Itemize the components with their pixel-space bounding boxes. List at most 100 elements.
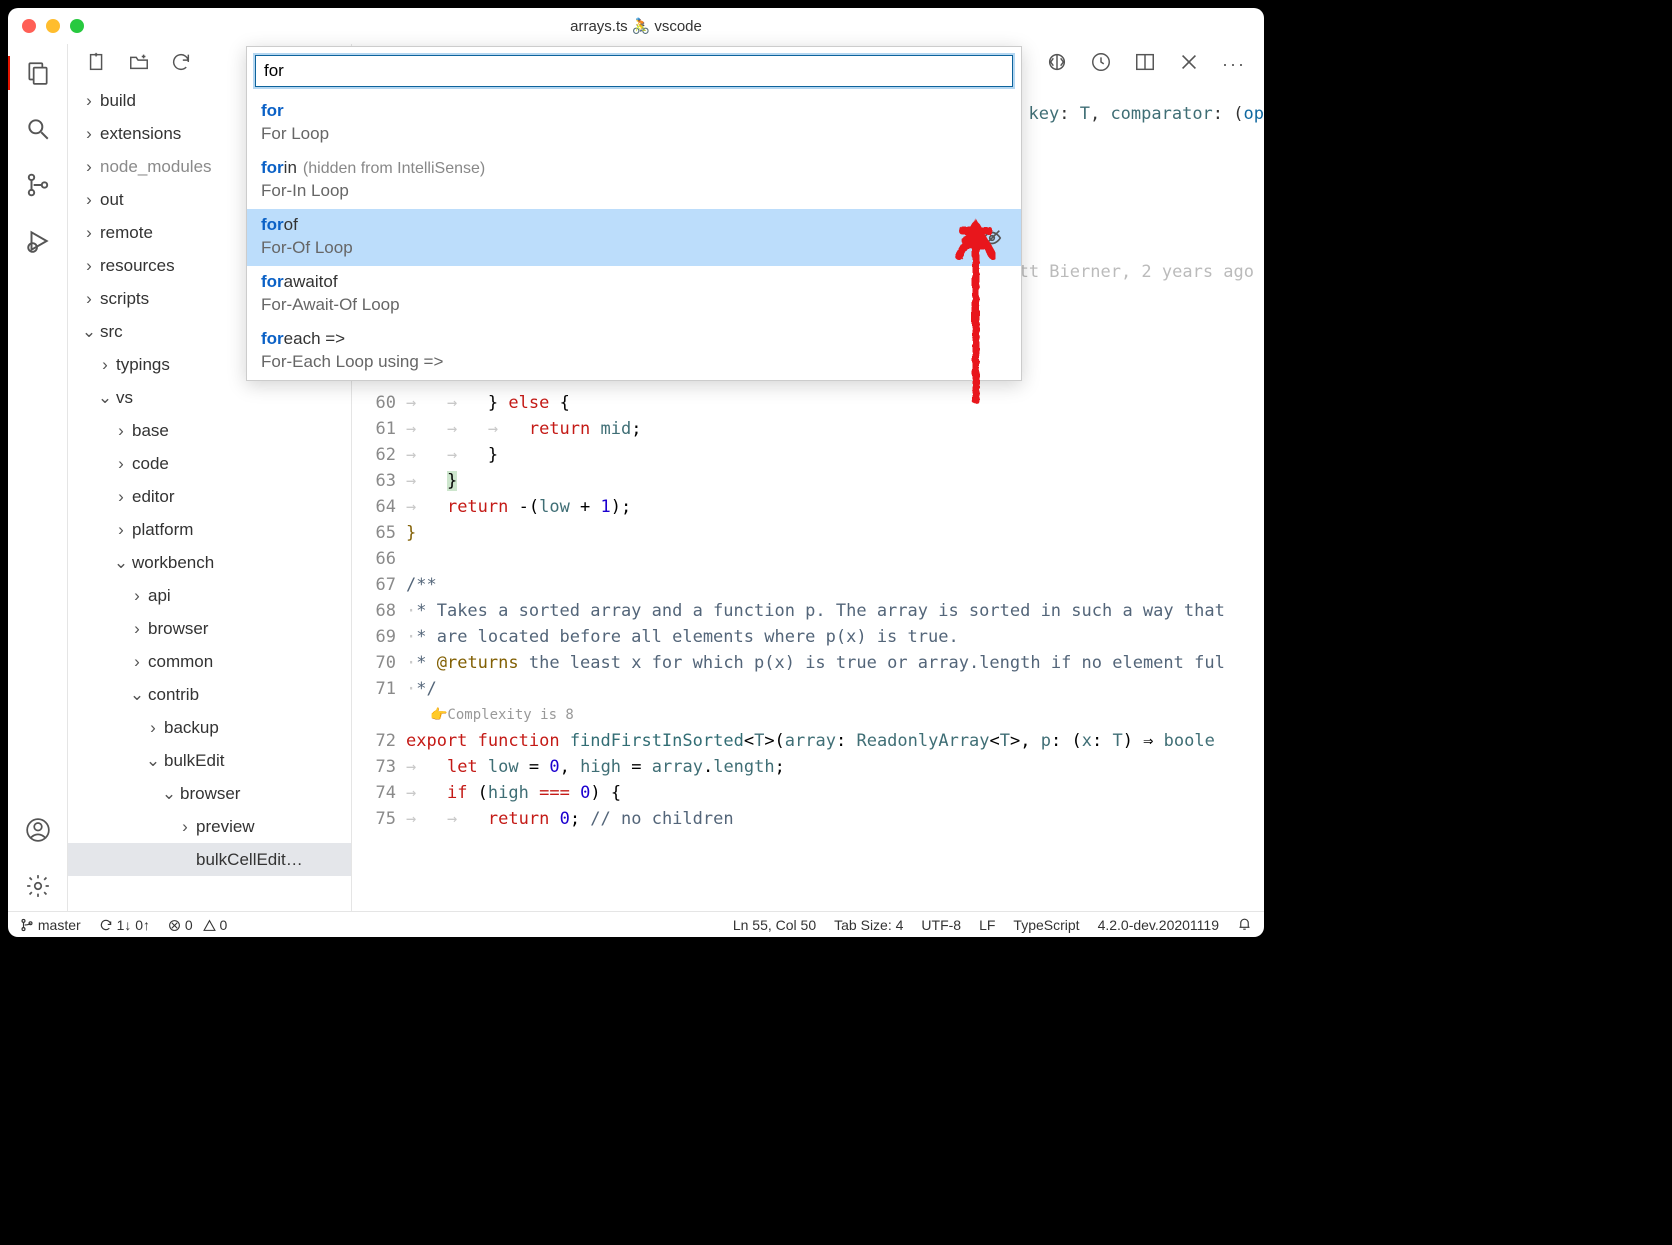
bicycle-icon: 🚴 xyxy=(632,17,651,35)
minimize-window[interactable] xyxy=(46,19,60,33)
quick-pick-input[interactable] xyxy=(255,55,1013,87)
chevron-icon: › xyxy=(114,421,128,441)
debug-icon[interactable] xyxy=(23,226,53,256)
notifications-icon[interactable] xyxy=(1237,916,1252,934)
tree-label: bulkCellEdit… xyxy=(196,850,303,870)
tree-item-bulkedit[interactable]: ⌄bulkEdit xyxy=(68,744,351,777)
activity-bar xyxy=(8,44,68,911)
compare-icon[interactable] xyxy=(1046,51,1068,78)
more-icon[interactable]: ··· xyxy=(1222,54,1246,75)
tree-label: vs xyxy=(116,388,133,408)
problems-status[interactable]: 0 0 xyxy=(168,917,227,933)
snippet-forawaitof[interactable]: forawaitofFor-Await-Of Loop xyxy=(247,266,1021,323)
tree-label: browser xyxy=(180,784,240,804)
tree-label: api xyxy=(148,586,171,606)
tree-label: node_modules xyxy=(100,157,212,177)
tree-label: workbench xyxy=(132,553,214,573)
tab-size[interactable]: Tab Size: 4 xyxy=(834,917,903,933)
code-line[interactable]: 60→ → } else { xyxy=(364,390,1264,416)
eye-off-icon[interactable] xyxy=(981,227,1003,254)
code-line[interactable]: 72export function findFirstInSorted<T>(a… xyxy=(364,728,1264,754)
chevron-icon: › xyxy=(82,124,96,144)
tree-label: out xyxy=(100,190,124,210)
code-line[interactable]: 75→ → return 0; // no children xyxy=(364,806,1264,832)
tree-item-code[interactable]: ›code xyxy=(68,447,351,480)
tree-item-base[interactable]: ›base xyxy=(68,414,351,447)
quick-pick-list[interactable]: forFor Loopforin(hidden from IntelliSens… xyxy=(247,95,1021,380)
ts-version[interactable]: 4.2.0-dev.20201119 xyxy=(1098,917,1219,933)
code-line[interactable]: 70·* @returns the least x for which p(x)… xyxy=(364,650,1264,676)
tree-label: common xyxy=(148,652,213,672)
tree-item-preview[interactable]: ›preview xyxy=(68,810,351,843)
snippet-for[interactable]: forFor Loop xyxy=(247,95,1021,152)
tree-label: contrib xyxy=(148,685,199,705)
chevron-icon: › xyxy=(82,223,96,243)
chevron-icon: › xyxy=(130,619,144,639)
tree-label: src xyxy=(100,322,123,342)
titlebar: arrays.ts 🚴vscode xyxy=(8,8,1264,44)
tree-item-platform[interactable]: ›platform xyxy=(68,513,351,546)
source-control-icon[interactable] xyxy=(23,170,53,200)
tree-label: remote xyxy=(100,223,153,243)
code-line[interactable]: 64→ return -(low + 1); xyxy=(364,494,1264,520)
code-line[interactable]: 69·* are located before all elements whe… xyxy=(364,624,1264,650)
tree-item-bulkcelledit[interactable]: bulkCellEdit… xyxy=(68,843,351,876)
chevron-icon: › xyxy=(114,454,128,474)
tree-item-backup[interactable]: ›backup xyxy=(68,711,351,744)
code-line[interactable]: 65} xyxy=(364,520,1264,546)
chevron-icon: › xyxy=(130,586,144,606)
tree-item-workbench[interactable]: ⌄workbench xyxy=(68,546,351,579)
code-line[interactable]: 61→ → → return mid; xyxy=(364,416,1264,442)
new-file-icon[interactable] xyxy=(86,51,108,78)
code-line[interactable]: 👉Complexity is 8 xyxy=(364,702,1264,728)
close-icon[interactable] xyxy=(1178,51,1200,78)
chevron-icon: ⌄ xyxy=(82,322,96,342)
accounts-icon[interactable] xyxy=(23,815,53,845)
code-line[interactable]: 71·*/ xyxy=(364,676,1264,702)
tree-label: preview xyxy=(196,817,255,837)
close-window[interactable] xyxy=(22,19,36,33)
chevron-icon: › xyxy=(130,652,144,672)
code-line[interactable]: 62→ → } xyxy=(364,442,1264,468)
encoding[interactable]: UTF-8 xyxy=(921,917,961,933)
code-line[interactable]: 66 xyxy=(364,546,1264,572)
tree-label: extensions xyxy=(100,124,181,144)
refresh-icon[interactable] xyxy=(170,51,192,78)
tree-item-editor[interactable]: ›editor xyxy=(68,480,351,513)
chevron-icon: › xyxy=(146,718,160,738)
code-line[interactable]: 73→ let low = 0, high = array.length; xyxy=(364,754,1264,780)
traffic-lights xyxy=(22,19,84,33)
tree-item-browser[interactable]: ⌄browser xyxy=(68,777,351,810)
window-title: arrays.ts 🚴vscode xyxy=(570,17,702,35)
search-icon[interactable] xyxy=(23,114,53,144)
branch-indicator[interactable]: master xyxy=(20,917,81,933)
chevron-icon: ⌄ xyxy=(146,751,160,771)
language-mode[interactable]: TypeScript xyxy=(1013,917,1079,933)
tree-item-contrib[interactable]: ⌄contrib xyxy=(68,678,351,711)
explorer-icon[interactable] xyxy=(23,58,53,88)
chevron-icon: ⌄ xyxy=(98,388,112,408)
settings-gear-icon[interactable] xyxy=(23,871,53,901)
eol[interactable]: LF xyxy=(979,917,995,933)
code-line[interactable]: 68·* Takes a sorted array and a function… xyxy=(364,598,1264,624)
snippet-forin[interactable]: forin(hidden from IntelliSense)For-In Lo… xyxy=(247,152,1021,209)
split-icon[interactable] xyxy=(1134,51,1156,78)
cursor-position[interactable]: Ln 55, Col 50 xyxy=(733,917,816,933)
tree-item-vs[interactable]: ⌄vs xyxy=(68,381,351,414)
snippet-forof[interactable]: forofFor-Of Loop xyxy=(247,209,1021,266)
code-line[interactable]: 67/** xyxy=(364,572,1264,598)
tree-label: scripts xyxy=(100,289,149,309)
code-line[interactable]: 63→ } xyxy=(364,468,1264,494)
sync-status[interactable]: 1↓ 0↑ xyxy=(99,917,150,933)
tree-item-browser[interactable]: ›browser xyxy=(68,612,351,645)
maximize-window[interactable] xyxy=(70,19,84,33)
chevron-icon: › xyxy=(82,289,96,309)
new-folder-icon[interactable] xyxy=(128,51,150,78)
tree-item-api[interactable]: ›api xyxy=(68,579,351,612)
snippet-foreach[interactable]: foreach =>For-Each Loop using => xyxy=(247,323,1021,380)
history-icon[interactable] xyxy=(1090,51,1112,78)
title-workspace: vscode xyxy=(654,18,702,35)
tree-item-common[interactable]: ›common xyxy=(68,645,351,678)
chevron-icon: › xyxy=(114,487,128,507)
code-line[interactable]: 74→ if (high === 0) { xyxy=(364,780,1264,806)
